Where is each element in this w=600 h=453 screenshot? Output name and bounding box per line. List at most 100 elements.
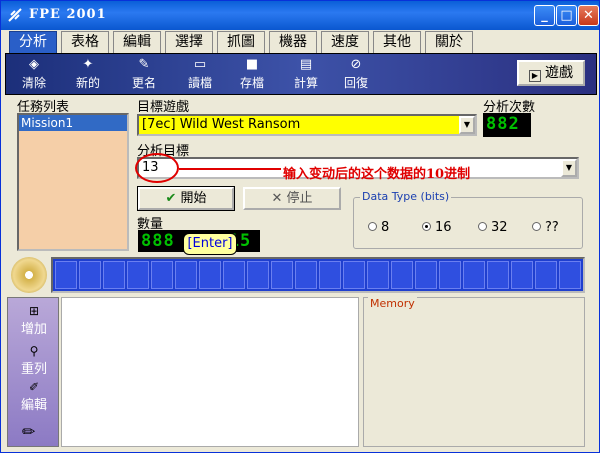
save-label: 存檔 — [239, 76, 264, 90]
data-type-legend: Data Type (bits) — [360, 190, 452, 203]
side-toolbar: ⊞ 增加 ⚲ 重列 ✐ 編輯 ✏ — [7, 297, 59, 447]
tab-table[interactable]: 表格 — [61, 31, 109, 53]
radio-8[interactable]: 8 — [368, 220, 389, 235]
annotation-line — [179, 168, 281, 170]
undo-icon: ⊘ — [350, 57, 362, 72]
clear-label: 清除 — [21, 76, 46, 90]
radio-icon — [368, 222, 377, 231]
clear-tool[interactable]: ◈ 清除 — [14, 56, 54, 94]
new-tool[interactable]: ✦ 新的 — [68, 56, 108, 94]
relist-label: 重列 — [20, 362, 47, 377]
chevron-down-icon[interactable]: ▼ — [561, 159, 577, 177]
edit-button[interactable]: ✐ 編輯 — [12, 380, 56, 413]
list-item[interactable]: Mission1 — [19, 115, 127, 131]
radio-unknown[interactable]: ?? — [532, 220, 559, 235]
undo-label: 回復 — [343, 76, 368, 90]
progress-segment — [127, 261, 149, 289]
memory-panel: Memory — [363, 297, 585, 447]
save-disk-icon: ■ — [245, 57, 259, 72]
calculator-icon: ▤ — [299, 57, 313, 72]
annotation-circle — [135, 153, 179, 183]
close-icon: ✕ — [583, 8, 594, 23]
stop-label: 停止 — [286, 191, 313, 206]
add-icon: ⊞ — [28, 304, 40, 318]
progress-segment — [535, 261, 557, 289]
progress-segment — [343, 261, 365, 289]
progress-segment — [175, 261, 197, 289]
minimize-icon: _ — [541, 8, 548, 23]
load-tool[interactable]: ▭ 讀檔 — [180, 56, 220, 94]
progress-segment — [103, 261, 125, 289]
tab-capture[interactable]: 抓圖 — [217, 31, 265, 53]
radio-icon — [478, 222, 487, 231]
toolbar: ◈ 清除 ✦ 新的 ✎ 更名 ▭ 讀檔 ■ 存檔 ▤ 計算 ⊘ 回復 ▶ 遊戲 — [5, 53, 597, 95]
edit-label: 編輯 — [20, 398, 47, 413]
progress-segment — [511, 261, 533, 289]
relist-button[interactable]: ⚲ 重列 — [12, 344, 56, 377]
memory-legend: Memory — [368, 297, 417, 310]
calculate-tool[interactable]: ▤ 計算 — [286, 56, 326, 94]
chevron-down-icon[interactable]: ▼ — [459, 116, 475, 134]
rename-icon: ✎ — [138, 57, 150, 72]
tab-select[interactable]: 選擇 — [165, 31, 213, 53]
progress-segment — [79, 261, 101, 289]
progress-segment — [559, 261, 581, 289]
radio-32[interactable]: 32 — [478, 220, 508, 235]
start-button[interactable]: ✔ 開始 — [137, 186, 235, 211]
results-list[interactable] — [61, 297, 359, 447]
progress-segment — [367, 261, 389, 289]
rename-label: 更名 — [131, 76, 156, 90]
open-folder-icon: ▭ — [193, 57, 207, 72]
tab-machine[interactable]: 機器 — [269, 31, 317, 53]
game-button[interactable]: ▶ 遊戲 — [517, 60, 585, 86]
progress-segment — [151, 261, 173, 289]
tab-speed[interactable]: 速度 — [321, 31, 369, 53]
stop-button[interactable]: ✕ 停止 — [243, 187, 341, 210]
maximize-button[interactable]: □ — [556, 5, 577, 26]
play-icon: ▶ — [529, 70, 541, 82]
radio-8-label: 8 — [381, 220, 390, 235]
progress-segment — [295, 261, 317, 289]
progress-segment — [319, 261, 341, 289]
progress-segment — [391, 261, 413, 289]
cd-icon — [11, 257, 47, 293]
radio-unknown-label: ?? — [545, 220, 559, 235]
minimize-button[interactable]: _ — [534, 5, 555, 26]
close-button[interactable]: ✕ — [578, 5, 599, 26]
game-button-label: 遊戲 — [545, 65, 573, 81]
data-type-group: Data Type (bits) 8 16 32 ?? — [353, 190, 583, 249]
progress-bar — [51, 257, 585, 293]
new-icon: ✦ — [82, 57, 94, 72]
radio-32-label: 32 — [491, 220, 508, 235]
maximize-icon: □ — [560, 8, 573, 23]
rename-tool[interactable]: ✎ 更名 — [124, 56, 164, 94]
target-game-label: 目標遊戲 — [137, 100, 190, 115]
radio-icon — [532, 222, 541, 231]
pencil-icon: ✏ — [22, 422, 36, 441]
radio-16[interactable]: 16 — [422, 220, 452, 235]
load-label: 讀檔 — [187, 76, 212, 90]
app-icon — [8, 8, 22, 22]
task-list[interactable]: Mission1 — [17, 113, 129, 251]
stop-icon: ✕ — [271, 191, 283, 206]
undo-tool[interactable]: ⊘ 回復 — [336, 56, 376, 94]
tab-edit[interactable]: 編輯 — [113, 31, 161, 53]
title-bar[interactable]: FPE 2001 _ □ ✕ — [1, 1, 599, 30]
annotation-text: 输入变动后的这个数据的10进制 — [283, 167, 471, 182]
add-button[interactable]: ⊞ 增加 — [12, 304, 56, 337]
start-label: 開始 — [180, 191, 207, 206]
tab-other[interactable]: 其他 — [373, 31, 421, 53]
radio-selected-icon — [422, 222, 431, 231]
new-label: 新的 — [75, 76, 100, 90]
radio-16-label: 16 — [435, 220, 452, 235]
progress-segment — [487, 261, 509, 289]
add-label: 增加 — [20, 322, 47, 337]
progress-segment — [55, 261, 77, 289]
target-game-select[interactable]: [7ec] Wild West Ransom ▼ — [137, 114, 477, 136]
enter-tooltip: [Enter] — [183, 233, 237, 255]
eraser-icon: ◈ — [29, 57, 39, 72]
tab-about[interactable]: 關於 — [425, 31, 473, 53]
tab-bar: 分析 表格 編輯 選擇 抓圖 機器 速度 其他 關於 — [5, 31, 597, 53]
save-tool[interactable]: ■ 存檔 — [232, 56, 272, 94]
tab-analyze[interactable]: 分析 — [9, 31, 57, 53]
